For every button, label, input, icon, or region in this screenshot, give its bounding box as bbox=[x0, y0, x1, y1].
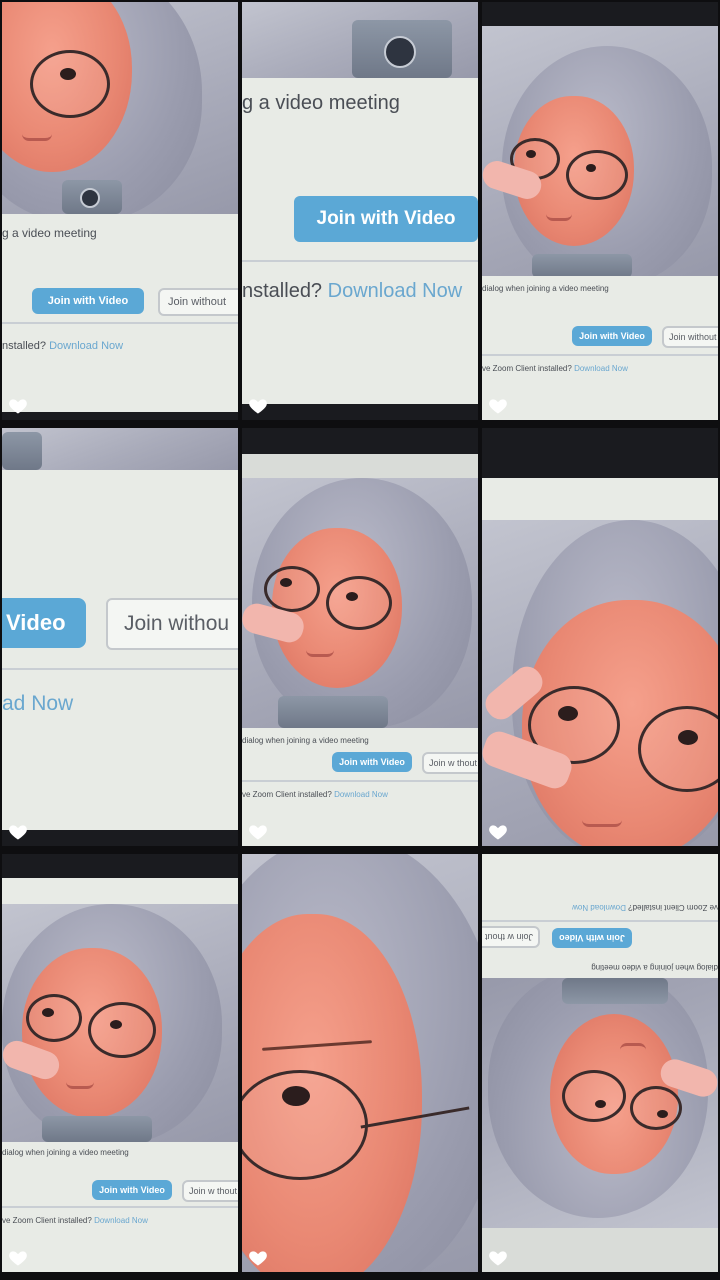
installed-text: ve Zoom Client installed? Download Now bbox=[482, 364, 628, 373]
selfie-photo bbox=[482, 520, 718, 846]
download-link[interactable]: Download Now bbox=[334, 790, 388, 799]
glasses-lens bbox=[30, 50, 110, 118]
join-without-button[interactable]: Join without bbox=[158, 288, 238, 316]
join-without-button[interactable]: Join withou bbox=[106, 598, 238, 650]
rotated-content: dialog when joining a video meeting Join… bbox=[482, 854, 718, 1272]
join-without-button[interactable]: Join w thout bbox=[422, 752, 478, 774]
webcam bbox=[2, 432, 42, 470]
dialog-text: dialog when joining a video meeting bbox=[242, 736, 369, 745]
join-with-video-button[interactable]: Join with Video bbox=[332, 752, 412, 772]
heart-icon[interactable] bbox=[488, 1248, 508, 1268]
divider bbox=[242, 780, 478, 782]
join-with-video-button[interactable]: Join with Video bbox=[552, 928, 632, 948]
heart-icon[interactable] bbox=[248, 822, 268, 842]
zoom-panel: dialog when joining a video meeting Join… bbox=[2, 1142, 238, 1272]
zoom-panel: Video Join withou ad Now bbox=[2, 470, 238, 846]
heart-icon[interactable] bbox=[248, 396, 268, 416]
installed-text: nstalled? Download Now bbox=[2, 340, 124, 352]
divider bbox=[2, 322, 238, 324]
divider bbox=[482, 354, 718, 356]
dialog-text: dialog when joining a video meeting bbox=[482, 284, 609, 293]
glasses-lens bbox=[630, 1086, 682, 1130]
glasses-lens bbox=[562, 1070, 626, 1122]
heart-icon[interactable] bbox=[8, 1248, 28, 1268]
photo-tile-3[interactable]: dialog when joining a video meeting Join… bbox=[482, 2, 718, 420]
dialog-text: dialog when joining a video meeting bbox=[2, 1148, 129, 1157]
join-without-button[interactable]: Join w thout bbox=[182, 1180, 238, 1202]
webcam bbox=[562, 978, 668, 1004]
photo-tile-9[interactable]: dialog when joining a video meeting Join… bbox=[482, 854, 718, 1272]
divider bbox=[482, 920, 718, 922]
zoom-panel: g a video meeting Join with Video Join w… bbox=[2, 214, 238, 420]
join-with-video-button[interactable]: Join with Video bbox=[572, 326, 652, 346]
glasses-lens bbox=[26, 994, 82, 1042]
join-with-video-button[interactable]: Join with Video bbox=[92, 1180, 172, 1200]
zoom-panel: g a video meeting Join with Video nstall… bbox=[242, 78, 478, 420]
dialog-text: dialog when joining a video meeting bbox=[591, 963, 718, 972]
download-link[interactable]: Download Now bbox=[94, 1216, 148, 1225]
download-link[interactable]: Download Now bbox=[328, 280, 463, 302]
zoom-panel: dialog when joining a video meeting Join… bbox=[242, 728, 478, 846]
meeting-text: g a video meeting bbox=[2, 226, 97, 240]
divider bbox=[242, 260, 478, 262]
glasses-lens bbox=[88, 1002, 156, 1058]
photo-tile-1[interactable]: g a video meeting Join with Video Join w… bbox=[2, 2, 238, 420]
download-link[interactable]: ad Now bbox=[2, 692, 73, 716]
glasses-lens bbox=[264, 566, 320, 612]
webcam bbox=[278, 696, 388, 728]
join-with-video-button[interactable]: Join with Video bbox=[32, 288, 144, 314]
selfie-photo bbox=[482, 26, 718, 276]
photo-tile-7[interactable]: dialog when joining a video meeting Join… bbox=[2, 854, 238, 1272]
installed-text: ve Zoom Client installed? Download Now bbox=[572, 903, 718, 912]
heart-icon[interactable] bbox=[488, 822, 508, 842]
installed-text: nstalled? Download Now bbox=[242, 280, 463, 302]
photo-tile-8[interactable] bbox=[242, 854, 478, 1272]
join-without-button[interactable]: Join without bbox=[662, 326, 718, 348]
join-without-button[interactable]: Join w thout bbox=[482, 926, 540, 948]
photo-tile-6[interactable] bbox=[482, 428, 718, 846]
heart-icon[interactable] bbox=[8, 822, 28, 842]
heart-icon[interactable] bbox=[8, 396, 28, 416]
selfie-photo bbox=[242, 478, 478, 728]
heart-icon[interactable] bbox=[488, 396, 508, 416]
photo-tile-2[interactable]: g a video meeting Join with Video nstall… bbox=[242, 2, 478, 420]
selfie-photo bbox=[2, 428, 238, 470]
divider bbox=[2, 668, 238, 670]
divider bbox=[2, 1206, 238, 1208]
zoom-panel: dialog when joining a video meeting Join… bbox=[482, 276, 718, 420]
webcam bbox=[42, 1116, 152, 1142]
photo-tile-4[interactable]: Video Join withou ad Now bbox=[2, 428, 238, 846]
glasses-lens bbox=[326, 576, 392, 630]
join-with-video-button[interactable]: Video bbox=[2, 598, 86, 648]
selfie-photo bbox=[2, 2, 238, 214]
join-with-video-button[interactable]: Join with Video bbox=[294, 196, 478, 242]
selfie-photo bbox=[242, 2, 478, 78]
selfie-photo bbox=[2, 904, 238, 1142]
download-link[interactable]: Download Now bbox=[49, 340, 123, 352]
selfie-photo bbox=[242, 854, 478, 1272]
download-link[interactable]: Download Now bbox=[574, 364, 628, 373]
zoom-panel: dialog when joining a video meeting Join… bbox=[482, 854, 718, 978]
installed-text: ve Zoom Client installed? Download Now bbox=[242, 790, 388, 799]
glasses-lens bbox=[566, 150, 628, 200]
download-link[interactable]: Download Now bbox=[572, 903, 626, 912]
heart-icon[interactable] bbox=[248, 1248, 268, 1268]
selfie-photo bbox=[482, 978, 718, 1228]
webcam bbox=[532, 254, 632, 276]
photo-tile-5[interactable]: dialog when joining a video meeting Join… bbox=[242, 428, 478, 846]
installed-text: ve Zoom Client installed? Download Now bbox=[2, 1216, 148, 1225]
zoom-panel bbox=[482, 478, 718, 520]
meeting-text: g a video meeting bbox=[242, 92, 400, 114]
